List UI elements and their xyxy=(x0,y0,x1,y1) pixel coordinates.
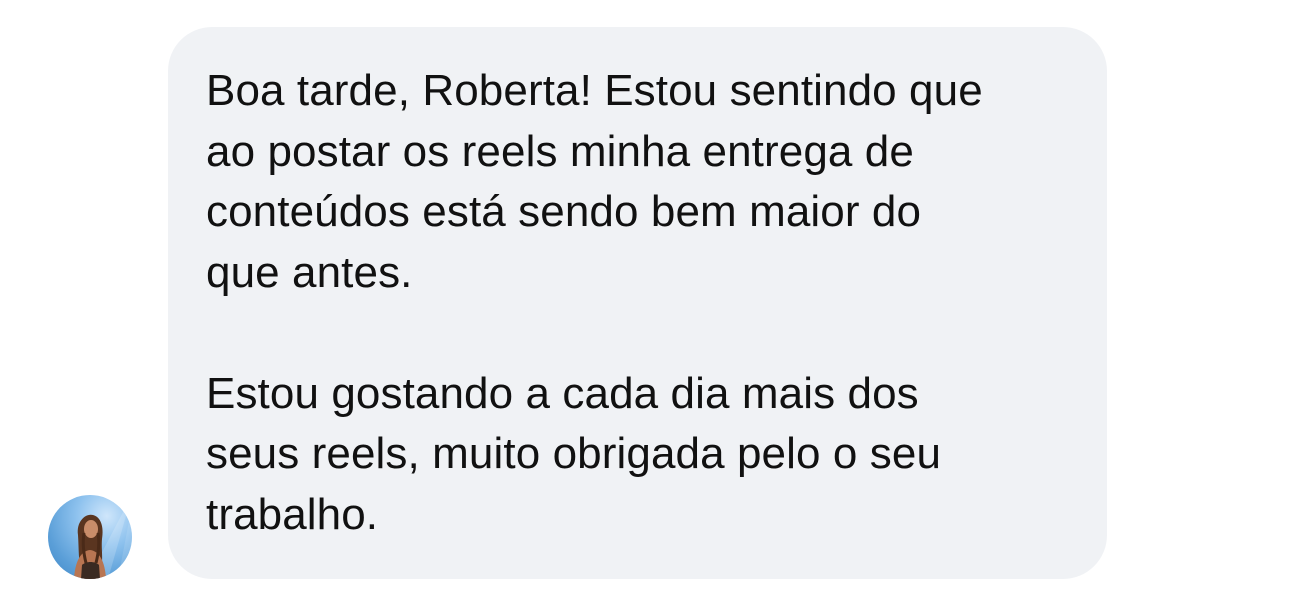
profile-photo-avatar-icon xyxy=(74,495,132,579)
message-paragraph-2: Estou gostando a cada dia mais dos seus … xyxy=(206,364,1067,546)
sender-avatar[interactable] xyxy=(48,495,132,579)
received-message-bubble[interactable]: Boa tarde, Roberta! Estou sentindo que a… xyxy=(168,27,1107,579)
message-line: conteúdos está sendo bem maior do xyxy=(206,187,922,236)
message-line: Boa tarde, Roberta! Estou sentindo que xyxy=(206,66,983,115)
message-line: trabalho. xyxy=(206,489,379,539)
message-thread: Boa tarde, Roberta! Estou sentindo que a… xyxy=(0,0,1290,595)
message-paragraph-1: Boa tarde, Roberta! Estou sentindo que a… xyxy=(206,61,1067,303)
message-line: que antes. xyxy=(206,247,413,297)
message-line: seus reels, muito obrigada pelo o seu xyxy=(206,429,942,478)
message-line: ao postar os reels minha entrega de xyxy=(206,126,914,176)
message-line: Estou gostando a cada dia mais dos xyxy=(206,368,919,418)
